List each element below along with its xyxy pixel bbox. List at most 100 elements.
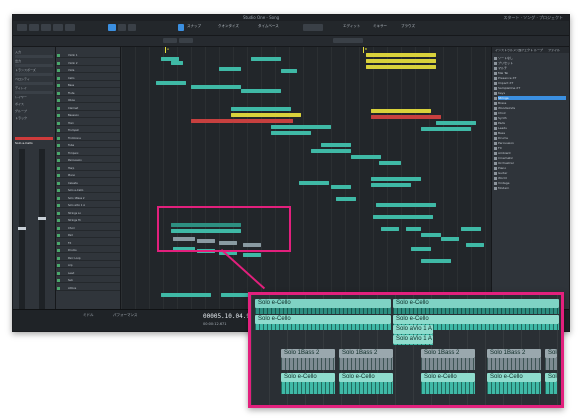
track-row[interactable]: Flute xyxy=(56,91,120,96)
arranger-toggle[interactable] xyxy=(333,38,363,43)
track-row[interactable]: Drums xyxy=(56,249,120,253)
browser-item[interactable]: Mai Tai xyxy=(498,71,566,75)
browser-item[interactable]: Piano xyxy=(498,166,566,170)
zoom-clip-header[interactable]: Solo 1Bass 2 xyxy=(339,349,393,358)
arrange-clip[interactable] xyxy=(461,227,481,231)
track-row[interactable]: Harp xyxy=(56,166,120,171)
browser-item[interactable]: Percussion xyxy=(498,141,566,145)
browser-item[interactable]: Woodwinds xyxy=(498,106,566,110)
arrange-clip[interactable] xyxy=(251,57,281,61)
arrange-clip[interactable] xyxy=(376,203,436,207)
browser-item[interactable]: Presence XT xyxy=(498,76,566,80)
browser-item[interactable]: Orchestral xyxy=(498,161,566,165)
arrange-clip[interactable] xyxy=(421,233,441,237)
zoom-clip-header[interactable]: Solo e-Cello xyxy=(393,299,559,308)
track-row[interactable]: Solo aVio 1 A xyxy=(56,204,120,208)
record-arm-strip[interactable] xyxy=(15,137,53,140)
input-select[interactable] xyxy=(15,55,53,58)
select-tool-button[interactable] xyxy=(108,24,116,31)
browser-tab-loops[interactable]: ループ xyxy=(534,48,543,52)
track-row[interactable]: Bass xyxy=(56,84,120,88)
track-row[interactable]: Viola xyxy=(56,69,120,73)
zoom-clip-header[interactable]: Solo 1Bass 2 xyxy=(487,349,541,358)
listen-tool-button[interactable] xyxy=(118,24,126,31)
time-display[interactable]: 00005.10.04.90 xyxy=(203,313,254,320)
track-row[interactable]: Violin 2 xyxy=(56,61,120,66)
browser-item[interactable]: Pads xyxy=(498,121,566,125)
zoom-clip-body[interactable] xyxy=(421,358,475,370)
arrange-clip[interactable] xyxy=(191,119,233,123)
arrange-clip[interactable] xyxy=(366,59,436,63)
edit-view-label[interactable]: エディット xyxy=(343,24,360,28)
arrange-clip[interactable] xyxy=(411,247,431,251)
zoom-clip-body[interactable] xyxy=(545,382,557,394)
track-row[interactable]: Choir xyxy=(56,226,120,231)
arrange-clip[interactable] xyxy=(371,183,411,187)
track-row[interactable]: Pad xyxy=(56,234,120,238)
marker-a[interactable] xyxy=(165,47,166,53)
browser-item[interactable]: SampleOne XT xyxy=(498,86,566,90)
arrange-clip[interactable] xyxy=(379,161,401,165)
track-row[interactable]: Atmos xyxy=(56,286,120,291)
zoom-clip-header[interactable]: Solo e-Cello xyxy=(255,299,391,308)
track-row[interactable]: Cello xyxy=(56,76,120,81)
browser-item[interactable]: Strings xyxy=(498,96,566,100)
zoom-clip-header[interactable]: Solo e-Cello xyxy=(393,315,559,324)
zoom-clip-body[interactable] xyxy=(487,382,541,394)
browser-item[interactable]: Choir xyxy=(498,111,566,115)
browser-item[interactable]: ソートなし xyxy=(498,56,566,60)
marker-b[interactable] xyxy=(363,47,364,53)
arrange-view[interactable] xyxy=(121,47,491,309)
track-row[interactable]: Timpani xyxy=(56,151,120,156)
track-view-button[interactable] xyxy=(163,38,177,43)
track-row[interactable]: Tuba xyxy=(56,144,120,148)
arrange-clip[interactable] xyxy=(271,125,331,129)
arrange-clip[interactable] xyxy=(351,155,381,159)
volume-fader-2[interactable] xyxy=(39,149,45,309)
browser-item[interactable]: Bass xyxy=(498,131,566,135)
fader-cap[interactable] xyxy=(18,227,26,230)
browser-item[interactable]: Ambient xyxy=(498,151,566,155)
zoom-clip-header[interactable]: Solo 1Bass 2 xyxy=(421,349,475,358)
arrange-clip[interactable] xyxy=(219,67,241,71)
browser-item[interactable]: Impact XT xyxy=(498,81,566,85)
browser-item[interactable]: Brass xyxy=(498,101,566,105)
arrange-clip[interactable] xyxy=(371,177,421,181)
arrange-clip[interactable] xyxy=(233,119,293,123)
track-row[interactable]: FX xyxy=(56,241,120,246)
track-row[interactable]: Sub xyxy=(56,279,120,283)
track-row[interactable]: Celesta xyxy=(56,181,120,186)
track-row[interactable]: Strings Lo xyxy=(56,211,120,216)
split-tool-button[interactable] xyxy=(41,24,51,31)
zoom-clip-body[interactable] xyxy=(545,358,557,370)
arrange-clip[interactable] xyxy=(299,181,329,185)
browser-item[interactable]: Vintage xyxy=(498,181,566,185)
arrange-clip[interactable] xyxy=(171,61,183,65)
track-row[interactable]: Perc Loop xyxy=(56,256,120,261)
arrange-clip[interactable] xyxy=(231,107,291,111)
arrange-clip[interactable] xyxy=(371,109,431,113)
track-row[interactable]: Solo 1Bass 2 xyxy=(56,196,120,201)
zoom-clip-body[interactable] xyxy=(255,324,391,330)
paint-tool-button[interactable] xyxy=(65,24,75,31)
zoom-clip-body[interactable] xyxy=(421,382,475,394)
arrange-clip[interactable] xyxy=(421,259,451,263)
zoom-clip-body[interactable] xyxy=(281,358,335,370)
arrange-clip[interactable] xyxy=(331,185,351,189)
browse-view-label[interactable]: ブラウズ xyxy=(401,24,415,28)
zoom-clip-body[interactable] xyxy=(339,382,393,394)
output-select[interactable] xyxy=(15,64,53,67)
browser-item[interactable]: Keys xyxy=(498,91,566,95)
mute-tool-button[interactable] xyxy=(128,24,136,31)
browser-item[interactable]: Guitar xyxy=(498,171,566,175)
arrange-clip[interactable] xyxy=(466,243,484,247)
track-row[interactable]: Trombone xyxy=(56,136,120,141)
zoom-clip-header[interactable]: Solo e-Cello xyxy=(545,373,557,382)
track-row[interactable]: Piano xyxy=(56,174,120,178)
track-row[interactable]: Arp xyxy=(56,264,120,268)
track-row[interactable]: Clarinet xyxy=(56,106,120,111)
snap-toggle-button[interactable] xyxy=(178,24,184,31)
track-row[interactable]: Horn xyxy=(56,121,120,126)
browser-item[interactable]: プリセット xyxy=(498,61,566,65)
browser-item[interactable]: World xyxy=(498,176,566,180)
